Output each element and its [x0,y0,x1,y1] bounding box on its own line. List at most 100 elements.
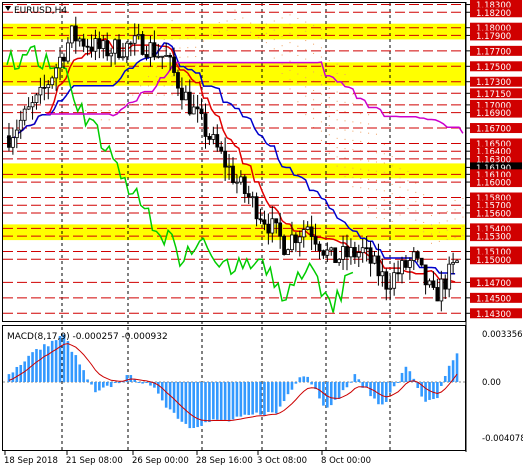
macd-histogram-bar [345,381,349,388]
price-axis-label: 1.15300 [476,233,511,243]
candle-body [435,287,440,302]
macd-histogram-bar [125,375,129,382]
macd-histogram-bar [396,381,400,383]
macd-histogram-bar [432,381,435,400]
candle-body [7,135,11,148]
candle-body [136,34,141,37]
macd-histogram-bar [117,381,121,384]
candle-body [329,247,334,251]
candle-body [313,236,318,245]
candle-body [246,193,251,198]
candle-body [404,260,408,268]
candle-body [254,196,259,220]
candle-body [160,55,165,58]
candle-body [93,38,98,52]
macd-histogram-bar [357,379,361,382]
candle-body [227,165,231,168]
candle-body [117,39,121,58]
candle-body [305,226,310,230]
candle-body [266,223,271,234]
date-axis-label: 3 Oct 08:00 [257,456,307,466]
date-axis-label: 26 Sep 00:00 [132,456,189,466]
price-axis-label: 1.16900 [476,109,511,119]
macd-histogram-bar [90,381,93,385]
macd-histogram-bar [208,381,211,423]
candle-body [38,86,43,96]
candle-body [392,272,397,289]
macd-histogram-bar [43,344,46,382]
price-axis-label: 1.18200 [476,9,511,19]
candle-body [168,55,173,58]
candle-body [219,146,224,152]
candle-body [262,219,267,225]
macd-histogram-bar [46,346,50,382]
candle-body [109,52,114,57]
macd-histogram-bar [326,381,329,408]
macd-histogram-bar [212,381,215,420]
candle-body [258,218,263,221]
candle-body [69,25,74,44]
macd-histogram-bar [424,381,427,402]
macd-histogram-bar [259,381,262,415]
macd-label: MACD(8,17,9) -0.000257 -0.000932 [7,332,168,342]
macd-histogram-bar [294,381,298,384]
macd-histogram-bar [66,341,70,382]
candle-body [423,264,428,286]
macd-histogram-bar [31,352,34,382]
macd-histogram-bar [157,381,160,394]
macd-histogram-bar [196,381,199,428]
macd-histogram-bar [310,381,313,385]
macd-histogram-bar [271,381,274,413]
candle-body [66,42,70,62]
candle-body [309,226,314,237]
macd-histogram-bar [133,379,137,382]
macd-histogram-bar [227,381,231,422]
candle-body [46,84,51,89]
macd-histogram-bar [98,381,101,391]
macd-histogram-bar [223,381,227,420]
macd-histogram-bar [101,381,105,388]
macd-histogram-bar [455,353,459,382]
candle-body [349,247,353,258]
macd-histogram-bar [239,381,243,417]
macd-histogram-bar [145,381,148,383]
candle-body [364,247,369,250]
candle-body [164,55,169,57]
macd-histogram-bar [447,365,451,382]
candle-body [124,42,129,58]
macd-histogram-bar [278,381,282,407]
candle-body [144,54,149,58]
candle-body [113,39,117,54]
price-axis-label: 1.16000 [476,179,511,189]
candle-body [396,272,400,275]
date-axis-label: 21 Sep 08:00 [66,456,123,466]
macd-histogram-bar [436,381,439,399]
candle-body [400,260,404,275]
macd-histogram-bar [39,349,42,382]
candle-body [286,249,290,255]
price-axis-label: 1.14700 [476,279,511,289]
macd-histogram-bar [164,381,168,408]
candle-body [81,38,86,47]
candle-body [10,137,15,148]
candle-body [407,260,412,268]
candle-body [30,102,35,108]
candle-body [439,278,444,302]
chart-window[interactable]: 1.18300 1.18200 1.18000 1.17900 1.17700 1.175… [0,0,523,470]
macd-histogram-bar [235,381,239,417]
candle-body [85,45,90,48]
macd-histogram-bar [267,381,270,412]
candle-body [62,56,66,62]
candle-body [415,251,420,259]
date-axis-label: 8 Oct 00:00 [321,456,371,466]
macd-histogram-bar [263,381,266,416]
candle-body [238,176,243,183]
candle-body [140,34,145,55]
candle-body [231,165,235,183]
candle-body [132,35,137,44]
macd-histogram-bar [78,364,82,382]
macd-histogram-bar [247,381,251,415]
macd-histogram-bar [94,381,97,393]
candle-body [270,218,275,234]
macd-histogram-bar [109,381,113,388]
